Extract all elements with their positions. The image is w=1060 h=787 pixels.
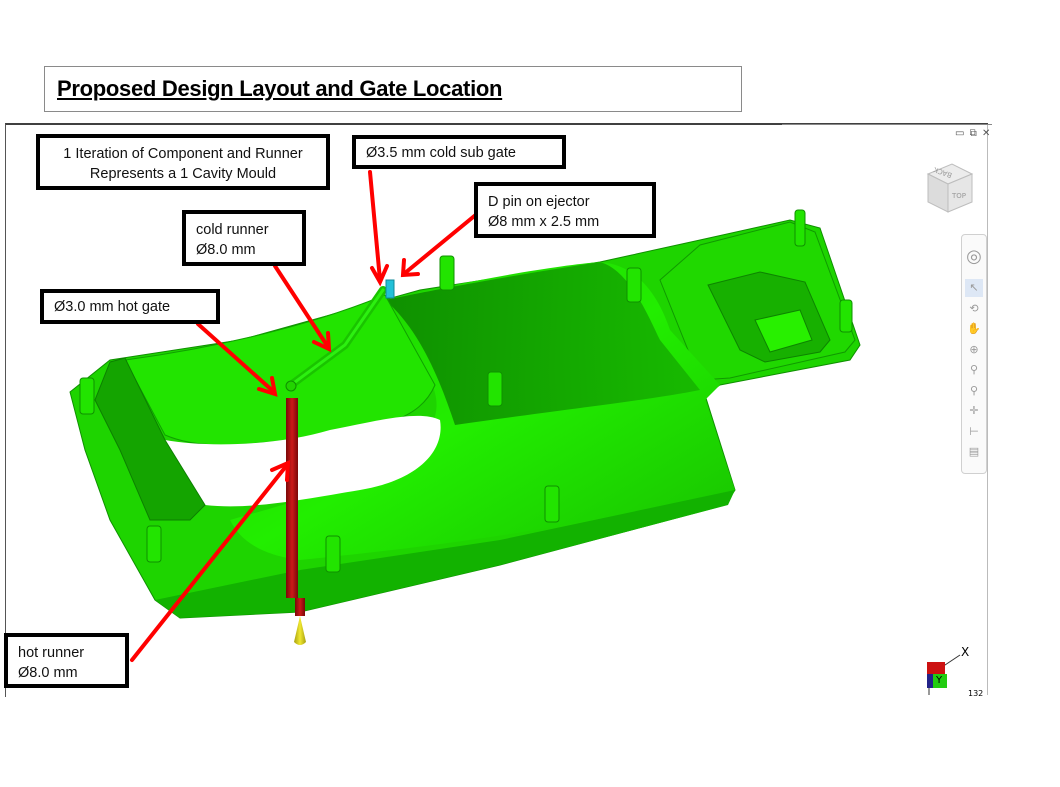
boss	[487, 371, 503, 407]
measure-icon[interactable]: ⊢	[965, 423, 983, 441]
boss	[146, 525, 162, 563]
section-icon[interactable]: ▤	[965, 443, 983, 461]
callout-text: Ø8.0 mm	[196, 242, 256, 258]
orbit-icon[interactable]: ⟲	[965, 300, 983, 318]
axis-y-label: Y	[936, 675, 943, 686]
callout-text: hot runner	[18, 645, 85, 661]
zoom-extents-icon[interactable]: ⚲	[965, 382, 983, 400]
callout-cavity-note: 1 Iteration of Component and Runner Repr…	[36, 134, 330, 190]
callout-text: Ø3.0 mm hot gate	[54, 299, 171, 315]
zoom-window-icon[interactable]: ⊕	[965, 341, 983, 359]
runner-joint	[285, 380, 297, 392]
viewer-window-controls: ▭ ⧉ ✕	[955, 128, 992, 139]
callout-cold-runner: cold runner Ø8.0 mm	[182, 210, 306, 266]
boss	[79, 377, 95, 415]
sprue-nozzle	[294, 616, 306, 645]
minimize-button[interactable]: ▭	[955, 128, 964, 139]
model-scene	[69, 170, 961, 695]
boss	[439, 255, 455, 291]
cold-sub-gate	[385, 279, 395, 299]
boss	[626, 267, 642, 303]
navigation-bar: ◎ ↖ ⟲ ✋ ⊕ ⚲ ⚲ ✛ ⊢ ▤	[961, 234, 987, 474]
boss	[325, 535, 341, 573]
callout-text: Ø3.5 mm cold sub gate	[366, 145, 516, 161]
cube-face-top: TOP	[951, 192, 966, 200]
hot-runner-lower	[295, 598, 305, 616]
boss	[839, 299, 853, 333]
steering-wheel-icon[interactable]: ◎	[965, 245, 983, 269]
select-arrow-icon[interactable]: ↖	[965, 279, 983, 297]
boss	[794, 209, 806, 247]
pan-hand-icon[interactable]: ✋	[965, 320, 983, 338]
callout-cold-sub-gate: Ø3.5 mm cold sub gate	[352, 135, 566, 169]
restore-button[interactable]: ⧉	[970, 128, 977, 139]
axis-triad	[927, 654, 961, 695]
view-cube[interactable]: BACK TOP	[922, 160, 974, 216]
callout-hot-runner: hot runner Ø8.0 mm	[4, 633, 129, 688]
axis-x-label: X	[961, 645, 970, 659]
boss	[544, 485, 560, 523]
hot-runner	[286, 398, 298, 598]
callout-text: Ø8.0 mm	[18, 665, 78, 681]
zoom-icon[interactable]: ⚲	[965, 361, 983, 379]
callout-text: cold runner	[196, 222, 269, 238]
callout-hot-gate: Ø3.0 mm hot gate	[40, 289, 220, 324]
callout-d-pin: D pin on ejector Ø8 mm x 2.5 mm	[474, 182, 656, 238]
callout-text: D pin on ejector	[488, 194, 590, 210]
close-button[interactable]: ✕	[982, 128, 990, 139]
center-icon[interactable]: ✛	[965, 402, 983, 420]
callout-text: Ø8 mm x 2.5 mm	[488, 214, 600, 230]
arrow-sub-gate	[368, 170, 382, 282]
callout-text: Represents a 1 Cavity Mould	[89, 166, 277, 182]
molded-part	[69, 209, 861, 619]
callout-text: 1 Iteration of Component and Runner	[63, 146, 303, 162]
scale-value: 132	[968, 689, 984, 698]
